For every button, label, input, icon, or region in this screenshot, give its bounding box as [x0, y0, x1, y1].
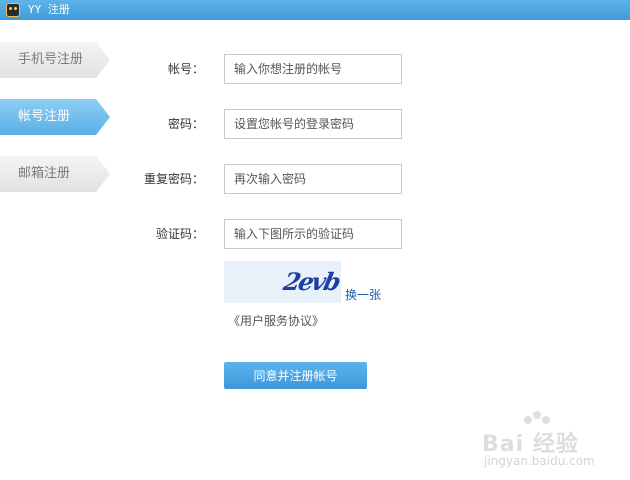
captcha-input[interactable] — [224, 219, 402, 249]
password-row: 密码： — [0, 109, 630, 139]
password-input[interactable] — [224, 109, 402, 139]
confirm-password-input[interactable] — [224, 164, 402, 194]
confirm-password-row: 重复密码： — [0, 164, 630, 194]
password-label: 密码： — [167, 117, 204, 131]
captcha-image: 2evb — [224, 261, 341, 303]
account-row: 帐号： — [0, 54, 630, 84]
captcha-label: 验证码： — [155, 227, 204, 241]
baidu-jingyan-watermark: Bai 经验 jingyan.baidu.com — [470, 410, 630, 480]
account-label: 帐号： — [167, 62, 204, 76]
confirm-password-label: 重复密码： — [143, 172, 204, 186]
watermark-url: jingyan.baidu.com — [484, 454, 595, 468]
sidebar: 手机号注册 帐号注册 邮箱注册 — [0, 20, 112, 480]
agree-and-register-button[interactable]: 同意并注册帐号 — [224, 362, 367, 389]
user-agreement-link[interactable]: 《用户服务协议》 — [228, 312, 324, 329]
window-title: YY 注册 — [28, 3, 70, 16]
captcha-row: 验证码： — [0, 219, 630, 249]
captcha-image-text: 2evb — [280, 267, 341, 296]
yy-logo-icon — [6, 3, 20, 17]
title-bar: YY 注册 — [0, 0, 630, 20]
account-input[interactable] — [224, 54, 402, 84]
refresh-captcha-link[interactable]: 换一张 — [345, 286, 381, 303]
